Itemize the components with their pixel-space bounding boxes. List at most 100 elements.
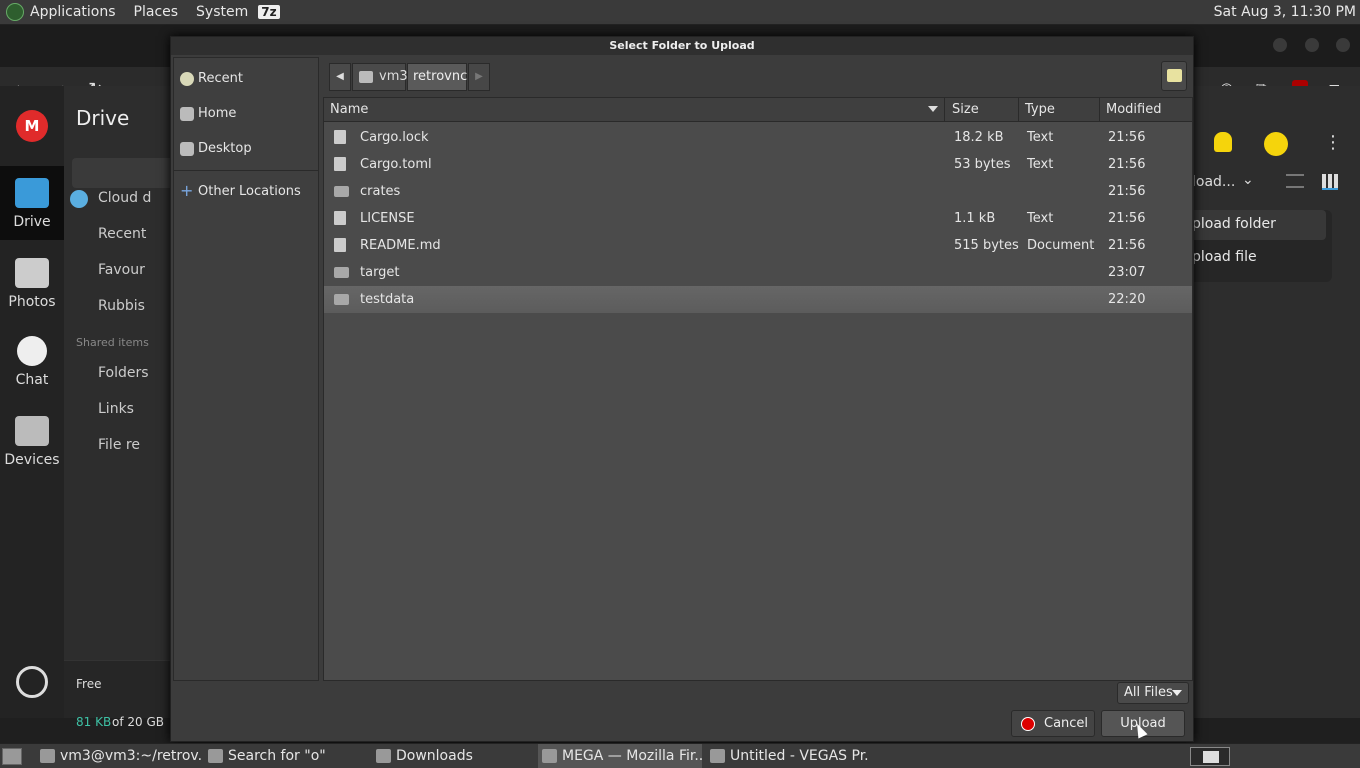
nav-cloud-drive-label: Cloud d <box>70 190 151 208</box>
file-modified: 23:07 <box>1108 265 1146 280</box>
sort-descending-icon <box>928 106 938 112</box>
clock[interactable]: Sat Aug 3, 11:30 PM <box>1214 4 1356 20</box>
plus-icon: + <box>180 181 194 200</box>
drive-folder-icon <box>15 178 49 208</box>
place-desktop[interactable]: Desktop <box>178 134 316 164</box>
cancel-icon <box>1021 717 1035 731</box>
column-modified[interactable]: Modified <box>1106 102 1161 117</box>
new-folder-icon <box>1167 69 1182 82</box>
list-view-icon[interactable] <box>1286 174 1304 188</box>
path-segment-vm3[interactable]: vm3 <box>352 63 408 91</box>
place-home[interactable]: Home <box>178 99 316 129</box>
rail-devices[interactable]: Devices <box>0 416 64 468</box>
cancel-button[interactable]: Cancel <box>1011 710 1095 737</box>
file-row[interactable]: Cargo.lock 18.2 kB Text 21:56 <box>324 124 1192 151</box>
menu-places[interactable]: Places <box>134 4 179 20</box>
file-modified: 22:20 <box>1108 292 1146 307</box>
file-icon <box>334 157 346 171</box>
places-divider <box>174 170 318 171</box>
7zip-launcher-icon[interactable]: 7z <box>258 5 280 19</box>
grid-view-icon[interactable] <box>1322 174 1338 190</box>
rail-drive[interactable]: Drive <box>0 166 64 240</box>
path-segment-retrovnc[interactable]: retrovnc <box>407 63 467 91</box>
close-icon[interactable] <box>1336 38 1350 52</box>
file-icon <box>334 130 346 144</box>
taskbar-item-label: Untitled - VEGAS Pr... <box>730 748 870 764</box>
column-type[interactable]: Type <box>1025 102 1055 117</box>
clock-icon <box>180 72 194 86</box>
place-desktop-label: Desktop <box>198 141 252 156</box>
rail-chat-label: Chat <box>15 372 49 388</box>
file-row[interactable]: crates 21:56 <box>324 178 1192 205</box>
column-size[interactable]: Size <box>952 102 979 117</box>
file-size: 53 bytes <box>954 157 1011 172</box>
nav-links[interactable]: Links <box>98 401 134 417</box>
home-icon <box>180 107 194 121</box>
vegas-icon <box>710 749 725 763</box>
file-name: crates <box>360 184 401 199</box>
chevron-down-icon: ⌄ <box>1242 172 1254 188</box>
file-row[interactable]: Cargo.toml 53 bytes Text 21:56 <box>324 151 1192 178</box>
upload-dropdown[interactable]: load... <box>1192 174 1235 190</box>
create-folder-button[interactable] <box>1161 61 1187 91</box>
rail-drive-label: Drive <box>13 214 51 230</box>
menu-upload-folder[interactable]: pload folder <box>1192 216 1276 232</box>
file-row[interactable]: README.md 515 bytes Document 21:56 <box>324 232 1192 259</box>
path-bar: ◀ vm3 retrovnc ▶ <box>329 63 1191 93</box>
file-row[interactable]: LICENSE 1.1 kB Text 21:56 <box>324 205 1192 232</box>
file-name: LICENSE <box>360 211 415 226</box>
place-other-locations-label: Other Locations <box>198 184 301 199</box>
file-type: Document <box>1027 238 1095 253</box>
avatar[interactable] <box>1264 132 1288 156</box>
place-other-locations[interactable]: + Other Locations <box>178 177 316 207</box>
file-name: Cargo.lock <box>360 130 429 145</box>
settings-icon[interactable] <box>16 666 48 698</box>
place-recent-label: Recent <box>198 71 243 86</box>
maximize-icon[interactable] <box>1305 38 1319 52</box>
mega-logo[interactable]: M <box>16 110 48 142</box>
workspace-switcher[interactable] <box>1190 747 1230 766</box>
rail-chat[interactable]: Chat <box>0 336 64 388</box>
minimize-icon[interactable] <box>1273 38 1287 52</box>
column-separator <box>1018 98 1019 122</box>
file-list: Name Size Type Modified Cargo.lock 18.2 k… <box>323 97 1193 681</box>
storage-total: of 20 GB <box>112 715 164 729</box>
file-name: README.md <box>360 238 441 253</box>
path-forward-button[interactable]: ▶ <box>468 63 490 91</box>
notifications-icon[interactable] <box>1214 132 1232 152</box>
taskbar-item[interactable]: MEGA — Mozilla Fir... <box>538 744 702 768</box>
column-separator <box>1099 98 1100 122</box>
more-options-icon[interactable]: ⋮ <box>1324 132 1342 153</box>
place-recent[interactable]: Recent <box>178 64 316 94</box>
storage-plan: Free <box>76 677 102 691</box>
file-filter-dropdown[interactable]: All Files <box>1117 682 1189 704</box>
taskbar-item[interactable]: vm3@vm3:~/retrov... <box>36 744 202 768</box>
menu-upload-file[interactable]: pload file <box>1192 249 1257 265</box>
file-row[interactable]: testdata 22:20 <box>324 286 1192 313</box>
rail-photos[interactable]: Photos <box>0 258 64 310</box>
taskbar-item[interactable]: Untitled - VEGAS Pr... <box>706 744 870 768</box>
file-row[interactable]: target 23:07 <box>324 259 1192 286</box>
taskbar-item[interactable]: Search for "o" <box>204 744 366 768</box>
column-name[interactable]: Name <box>330 102 368 117</box>
nav-rubbish[interactable]: Rubbis <box>98 298 145 314</box>
system-logo-icon[interactable] <box>6 3 24 21</box>
column-separator <box>944 98 945 122</box>
photos-icon <box>15 258 49 288</box>
desktop-icon <box>180 142 194 156</box>
taskbar-item[interactable]: Downloads <box>372 744 534 768</box>
menu-applications[interactable]: Applications <box>30 4 116 20</box>
nav-file-requests[interactable]: File re <box>98 437 140 453</box>
path-back-button[interactable]: ◀ <box>329 63 351 91</box>
nav-favourites[interactable]: Favour <box>98 262 145 278</box>
show-desktop-icon[interactable] <box>2 748 22 765</box>
menu-system[interactable]: System <box>196 4 248 20</box>
folder-icon <box>334 267 349 278</box>
nav-recent[interactable]: Recent <box>98 226 146 242</box>
nav-cloud-drive[interactable] <box>72 158 182 188</box>
cancel-label: Cancel <box>1044 716 1089 731</box>
file-type: Text <box>1027 211 1054 226</box>
nav-folders[interactable]: Folders <box>98 365 149 381</box>
place-home-label: Home <box>198 106 237 121</box>
search-icon <box>208 749 223 763</box>
